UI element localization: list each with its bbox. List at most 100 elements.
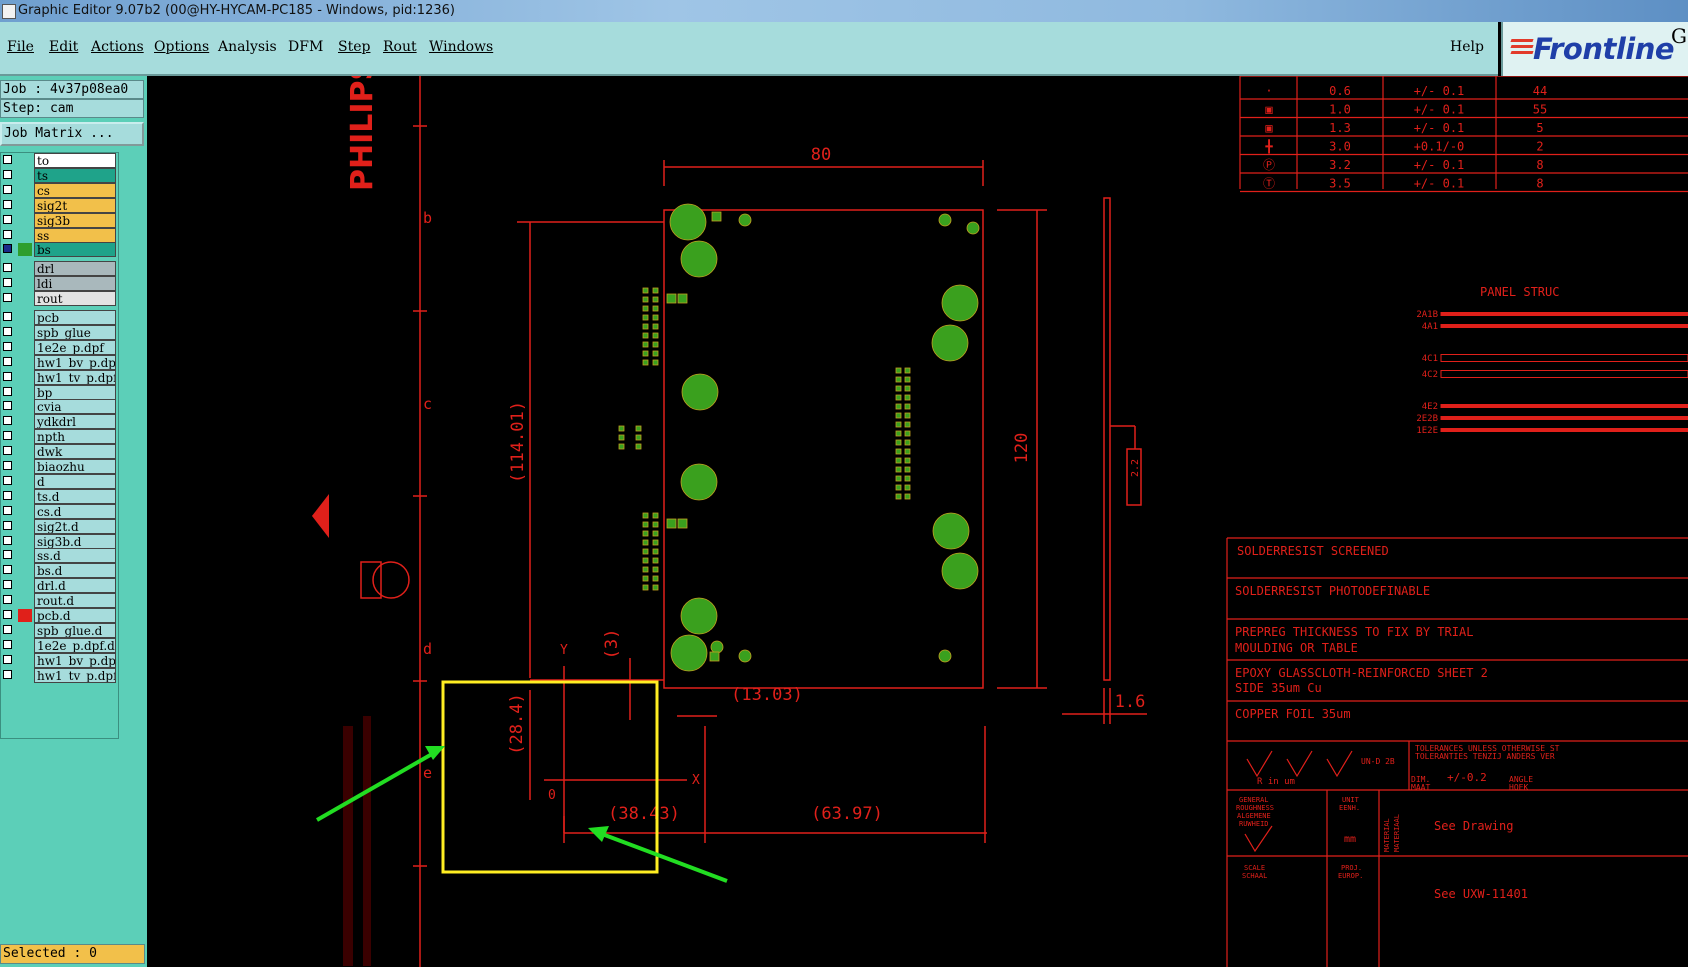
layer-row[interactable]: sig3b.d (1, 533, 118, 549)
menu-rout[interactable]: Rout (383, 39, 417, 55)
layer-checkbox[interactable] (3, 155, 12, 164)
layer-name[interactable]: bs.d (34, 563, 116, 579)
layer-row[interactable]: hw1_bv_p.dpf (1, 354, 118, 370)
layer-name[interactable]: hw1_bv_p.dpf (34, 354, 116, 370)
layer-row[interactable]: d (1, 473, 118, 489)
layer-name[interactable]: sig3b.d (34, 533, 116, 549)
menu-options[interactable]: Options (154, 39, 209, 55)
menu-actions[interactable]: Actions (91, 39, 144, 55)
layer-row[interactable]: spb_glue.d (1, 622, 118, 638)
layer-name[interactable]: pcb (34, 310, 116, 325)
layer-name[interactable]: ss (34, 227, 116, 243)
menu-dfm[interactable]: DFM (288, 39, 323, 55)
layer-name[interactable]: pcb.d (34, 608, 116, 623)
layer-checkbox[interactable] (3, 550, 12, 560)
layer-name[interactable]: cs (34, 182, 116, 198)
layer-checkbox[interactable] (3, 505, 12, 515)
layer-name[interactable]: sig2t (34, 197, 116, 213)
layer-name[interactable]: ts.d (34, 488, 116, 504)
layer-checkbox[interactable] (3, 293, 12, 303)
layer-checkbox[interactable] (3, 401, 12, 411)
layer-name[interactable]: rout (34, 291, 116, 307)
layer-checkbox[interactable] (3, 654, 12, 664)
layer-checkbox[interactable] (3, 639, 12, 649)
layer-row[interactable]: ss.d (1, 548, 118, 564)
layer-checkbox[interactable] (3, 416, 12, 426)
menu-help[interactable]: Help (1450, 39, 1484, 55)
menu-file[interactable]: File (7, 39, 34, 55)
layer-row[interactable]: rout.d (1, 593, 118, 609)
layer-checkbox[interactable] (3, 490, 12, 500)
layer-name[interactable]: spb_glue (34, 324, 116, 340)
layer-row[interactable]: ydkdrl (1, 414, 118, 430)
layer-row[interactable]: bs (1, 242, 118, 258)
layer-row[interactable]: ts (1, 167, 118, 183)
layer-row[interactable]: npth (1, 429, 118, 445)
layer-checkbox[interactable] (3, 475, 12, 485)
layer-checkbox[interactable] (3, 461, 12, 470)
layer-name[interactable]: 1e2e_p.dpf.d (34, 637, 116, 653)
layer-name[interactable]: bs (34, 242, 116, 258)
layer-checkbox[interactable] (3, 371, 12, 381)
menu-windows[interactable]: Windows (429, 39, 493, 55)
layer-checkbox[interactable] (3, 263, 12, 273)
layer-checkbox[interactable] (3, 386, 12, 396)
layer-name[interactable]: ydkdrl (34, 414, 116, 430)
layer-row[interactable]: bs.d (1, 563, 118, 579)
layer-name[interactable]: cvia (34, 399, 116, 415)
layer-checkbox[interactable] (3, 229, 12, 239)
layer-name[interactable]: rout.d (34, 593, 116, 609)
layer-name[interactable]: to (34, 153, 116, 168)
layer-checkbox[interactable] (3, 199, 12, 209)
layer-row[interactable]: sig2t.d (1, 518, 118, 534)
layer-name[interactable]: sig2t.d (34, 518, 116, 534)
layer-row[interactable]: drl (1, 261, 118, 277)
layer-checkbox[interactable] (3, 610, 12, 619)
layer-name[interactable]: drl (34, 261, 116, 277)
job-matrix-button[interactable]: Job Matrix ... (0, 122, 144, 146)
layer-row[interactable]: cs.d (1, 503, 118, 519)
layer-checkbox[interactable] (3, 341, 12, 351)
layer-checkbox[interactable] (3, 624, 12, 634)
layer-name[interactable]: 1e2e_p.dpf (34, 339, 116, 355)
layer-checkbox[interactable] (3, 565, 12, 575)
menu-analysis[interactable]: Analysis (218, 39, 277, 55)
layer-row[interactable]: pcb (1, 310, 118, 325)
layer-name[interactable]: ldi (34, 276, 116, 292)
layer-row[interactable]: to (1, 153, 118, 168)
layer-name[interactable]: sig3b (34, 212, 116, 228)
layer-checkbox[interactable] (3, 595, 12, 605)
layer-row[interactable]: ss (1, 227, 118, 243)
layer-row[interactable]: rout (1, 291, 118, 307)
layer-name[interactable]: cs.d (34, 503, 116, 519)
layer-row[interactable]: biaozhu (1, 459, 118, 474)
layer-checkbox[interactable] (3, 446, 12, 456)
layer-checkbox[interactable] (3, 580, 12, 590)
layer-name[interactable]: npth (34, 429, 116, 445)
layer-checkbox[interactable] (3, 312, 12, 321)
layer-name[interactable]: drl.d (34, 578, 116, 594)
layer-checkbox[interactable] (3, 669, 12, 679)
layer-name[interactable]: ss.d (34, 548, 116, 564)
layer-row[interactable]: hw1_tv_p.dpf (1, 369, 118, 385)
layer-name[interactable]: dwk (34, 444, 116, 460)
layer-name[interactable]: d (34, 473, 116, 489)
layer-row[interactable]: pcb.d (1, 608, 118, 623)
layer-name[interactable]: biaozhu (34, 459, 116, 474)
menu-edit[interactable]: Edit (49, 39, 78, 55)
layer-checkbox[interactable] (3, 244, 12, 254)
layer-checkbox[interactable] (3, 431, 12, 441)
layer-row[interactable]: ldi (1, 276, 118, 292)
layer-checkbox[interactable] (3, 169, 12, 179)
layer-row[interactable]: sig2t (1, 197, 118, 213)
layer-row[interactable]: cvia (1, 399, 118, 415)
layer-row[interactable]: cs (1, 182, 118, 198)
layer-name[interactable]: hw1_tv_p.dpf (34, 369, 116, 385)
layer-name[interactable]: ts (34, 167, 116, 183)
layer-row[interactable]: hw1_bv_p.dpf (1, 652, 118, 668)
layer-name[interactable]: hw1_tv_p.dpf (34, 667, 116, 683)
layer-name[interactable]: spb_glue.d (34, 622, 116, 638)
layer-checkbox[interactable] (3, 326, 12, 336)
layer-row[interactable]: sig3b (1, 212, 118, 228)
layer-row[interactable]: 1e2e_p.dpf.d (1, 637, 118, 653)
